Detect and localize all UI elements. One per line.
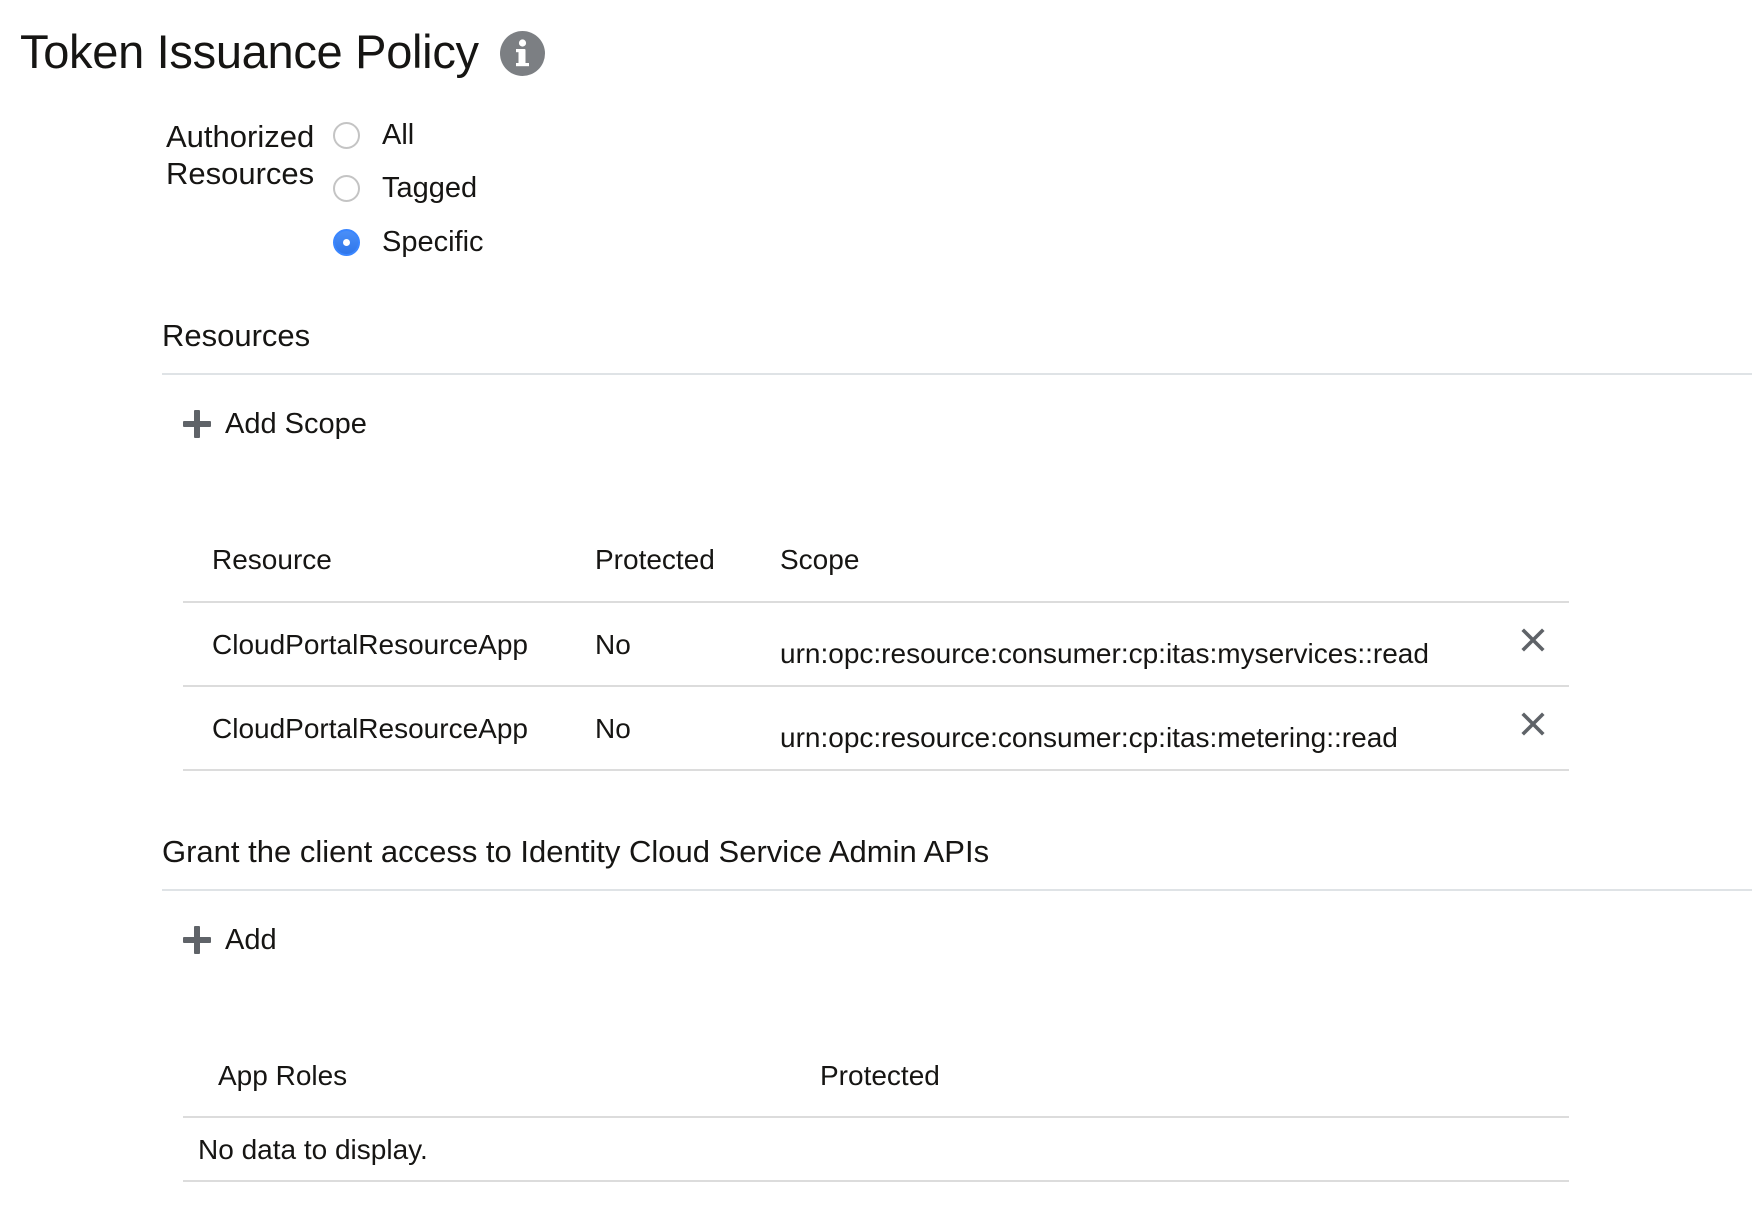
plus-icon <box>183 410 211 438</box>
row-resource: CloudPortalResourceApp <box>212 713 528 744</box>
resources-section-divider <box>162 373 1752 375</box>
resources-section-heading: Resources <box>162 318 311 353</box>
row-protected: No <box>595 629 631 660</box>
info-icon[interactable] <box>500 31 545 76</box>
authorized-resources-label-line2: Resources <box>166 156 315 191</box>
radio-option-specific[interactable]: Specific <box>333 222 484 262</box>
row-scope: urn:opc:resource:consumer:cp:itas:myserv… <box>780 638 1429 669</box>
column-header-scope: Scope <box>780 544 860 575</box>
close-icon[interactable] <box>1520 627 1546 653</box>
column-header-protected: Protected <box>820 1060 940 1091</box>
row-protected: No <box>595 713 631 744</box>
column-header-resource: Resource <box>212 544 332 575</box>
radio-button-specific[interactable] <box>333 228 360 256</box>
row-resource: CloudPortalResourceApp <box>212 629 528 660</box>
add-scope-button[interactable]: Add Scope <box>183 404 367 444</box>
info-icon-graphic <box>500 31 545 76</box>
radio-button-tagged[interactable] <box>333 174 360 202</box>
radio-label-all: All <box>382 118 415 151</box>
column-header-protected: Protected <box>595 544 715 575</box>
table-header-divider <box>183 1116 1569 1118</box>
radio-button-all[interactable] <box>333 121 360 149</box>
table-row-divider <box>183 685 1569 687</box>
radio-label-specific: Specific <box>382 225 484 258</box>
empty-table-message: No data to display. <box>198 1134 428 1165</box>
authorized-resources-label-line1: Authorized <box>166 119 315 154</box>
table-row-divider <box>183 769 1569 771</box>
admin-apis-section-heading: Grant the client access to Identity Clou… <box>162 834 990 869</box>
radio-option-tagged[interactable]: Tagged <box>333 168 477 208</box>
authorized-resources-label: Authorized Resources <box>166 118 314 192</box>
row-scope: urn:opc:resource:consumer:cp:itas:meteri… <box>780 722 1398 753</box>
radio-label-tagged: Tagged <box>382 171 478 204</box>
table-bottom-divider <box>183 1180 1569 1182</box>
column-header-app-roles: App Roles <box>218 1060 348 1091</box>
add-app-role-button[interactable]: Add <box>183 920 277 960</box>
add-app-role-label: Add <box>225 923 277 956</box>
add-scope-label: Add Scope <box>225 407 367 440</box>
plus-icon <box>183 926 211 954</box>
table-header-divider <box>183 601 1569 603</box>
close-icon[interactable] <box>1520 711 1546 737</box>
admin-apis-section-divider <box>162 889 1752 891</box>
page-title: Token Issuance Policy <box>20 25 479 78</box>
radio-option-all[interactable]: All <box>333 115 414 155</box>
